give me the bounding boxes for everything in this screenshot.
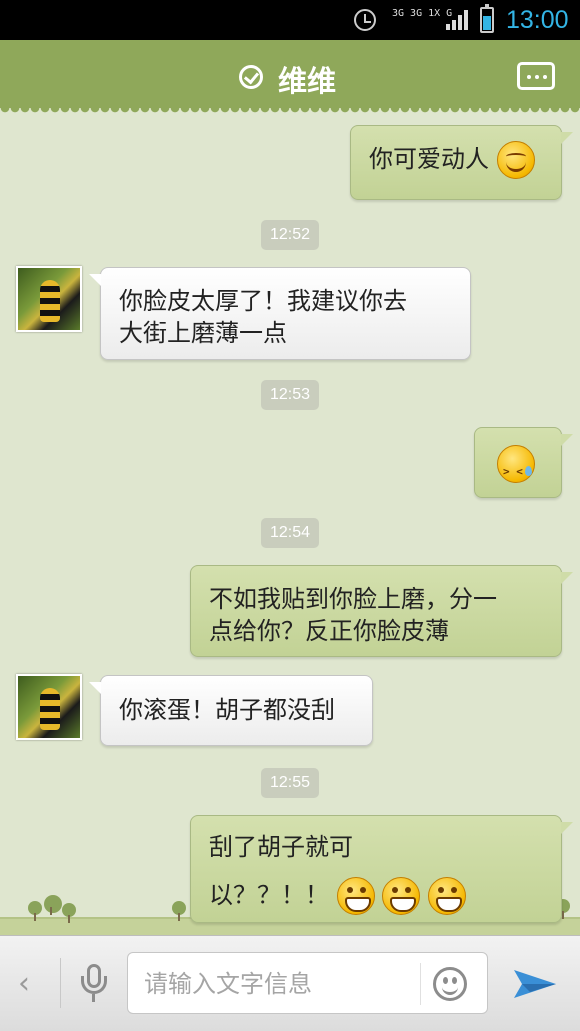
- chat-title: 维维: [278, 64, 337, 98]
- chat-header: 维维: [0, 40, 580, 114]
- contact-avatar[interactable]: [16, 266, 82, 332]
- alarm-clock-icon: [354, 9, 376, 31]
- message-text-line: 以？？！！: [209, 881, 329, 909]
- outgoing-message[interactable]: 刮了胡子就可 以？？！！: [190, 815, 573, 923]
- signal-icon: [446, 10, 470, 30]
- message-text: 你可爱动人: [369, 145, 489, 173]
- verified-check-icon: [239, 65, 263, 89]
- grin-emoji-icon: [427, 877, 466, 915]
- timestamp: 12:55: [261, 768, 319, 798]
- grin-emoji-icon: [336, 877, 375, 915]
- outgoing-message[interactable]: 你可爱动人: [350, 125, 573, 200]
- back-arrow-icon[interactable]: ‹: [18, 966, 30, 1001]
- message-text: 你滚蛋！胡子都没刮: [119, 696, 335, 724]
- timestamp: 12:54: [261, 518, 319, 548]
- outgoing-message[interactable]: [474, 427, 573, 498]
- smile-emoji-icon: [496, 141, 535, 179]
- status-time: 13:00: [506, 6, 569, 34]
- grin-emoji-icon: [382, 877, 421, 915]
- incoming-message[interactable]: 你滚蛋！胡子都没刮: [89, 675, 373, 746]
- network-type-label: 3G 3G 1X G: [392, 8, 453, 19]
- contact-avatar[interactable]: [16, 674, 82, 740]
- microphone-icon[interactable]: [80, 964, 108, 1004]
- timestamp: 12:53: [261, 380, 319, 410]
- emoji-icon[interactable]: [433, 967, 467, 1001]
- sweat-emoji-icon: [497, 445, 535, 491]
- timestamp: 12:52: [261, 220, 319, 250]
- message-text-field[interactable]: [127, 952, 488, 1014]
- outgoing-message[interactable]: 不如我贴到你脸上磨，分一 点给你？反正你脸皮薄: [190, 565, 573, 657]
- incoming-message[interactable]: 你脸皮太厚了！我建议你去 大街上磨薄一点: [89, 267, 471, 360]
- message-text-line: 刮了胡子就可: [209, 833, 353, 861]
- status-bar: 3G 3G 1X G 13:00: [0, 0, 580, 40]
- message-input-bar: ‹: [0, 935, 580, 1031]
- send-icon[interactable]: [512, 964, 558, 1004]
- message-input[interactable]: [144, 965, 414, 1003]
- more-menu-icon[interactable]: [517, 62, 555, 90]
- battery-icon: [480, 4, 494, 33]
